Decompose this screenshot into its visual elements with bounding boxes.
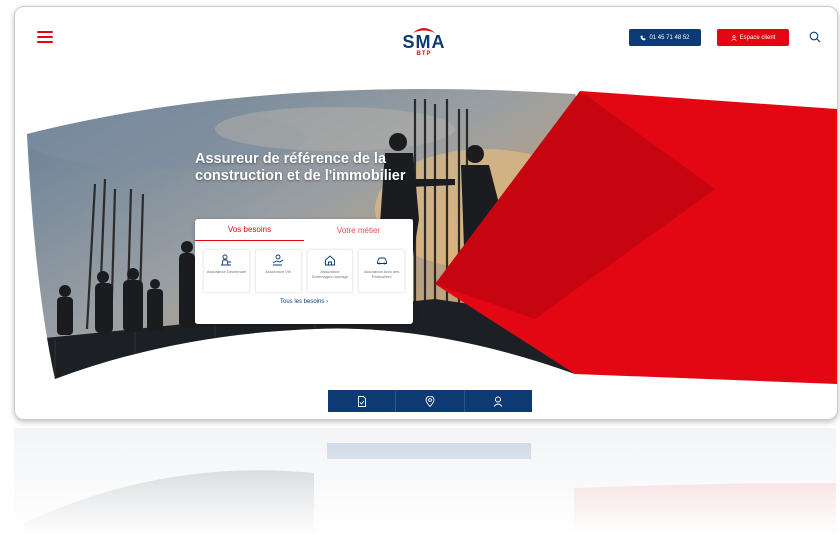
quick-actions-bar <box>328 390 532 412</box>
hero-banner: Assureur de référence de la construction… <box>15 69 837 399</box>
quote-button[interactable] <box>328 390 397 412</box>
tile-label: Assurance Auto des Particuliers <box>363 269 400 279</box>
needs-tiles: Assurance Décennale Assurance Vie Assura… <box>195 241 413 293</box>
advisor-button[interactable] <box>465 390 532 412</box>
hero-headline: Assureur de référence de la construction… <box>195 151 406 184</box>
tile-label: Assurance Vie <box>265 269 291 274</box>
site-header: SMA BTP 01 45 71 48 52 Espace client <box>15 7 837 69</box>
all-needs-link[interactable]: Tous les besoins › <box>195 299 413 305</box>
tab-votre-metier[interactable]: Votre métier <box>304 219 413 241</box>
needs-card: Vos besoins Votre métier Assurance Décen… <box>195 219 413 324</box>
phone-button[interactable]: 01 45 71 48 52 <box>629 29 701 46</box>
menu-icon[interactable] <box>37 31 53 43</box>
tile-assurance-dommages-ouvrage[interactable]: Assurance Dommages-ouvrage <box>306 249 354 293</box>
logo-text: SMA <box>402 32 446 52</box>
agency-locator-button[interactable] <box>396 390 465 412</box>
house-icon <box>324 255 335 266</box>
client-space-button[interactable]: Espace client <box>717 29 789 46</box>
advisor-icon <box>493 396 503 407</box>
tile-assurance-vie[interactable]: Assurance Vie <box>254 249 302 293</box>
search-icon[interactable] <box>809 31 821 43</box>
location-pin-icon <box>425 395 435 407</box>
tile-label: Assurance Dommages-ouvrage <box>311 269 348 279</box>
tab-vos-besoins[interactable]: Vos besoins <box>195 219 304 241</box>
car-icon <box>376 257 387 265</box>
phone-icon <box>641 35 646 40</box>
hero-image <box>27 89 837 384</box>
logo-subtext: BTP <box>416 51 432 57</box>
client-space-label: Espace client <box>739 34 776 41</box>
sma-btp-logo[interactable]: SMA BTP <box>389 25 459 65</box>
quote-document-icon <box>357 395 366 407</box>
frame-reflection <box>14 428 836 535</box>
tile-assurance-auto[interactable]: Assurance Auto des Particuliers <box>358 249 405 293</box>
tile-label: Assurance Décennale <box>206 269 246 274</box>
user-icon <box>730 34 737 41</box>
tile-assurance-decennale[interactable]: Assurance Décennale <box>203 249 250 293</box>
needs-tabs: Vos besoins Votre métier <box>195 219 413 241</box>
browser-frame: SMA BTP 01 45 71 48 52 Espace client Ass… <box>14 6 838 420</box>
worker-icon <box>221 254 232 266</box>
hand-coin-icon <box>272 254 284 266</box>
phone-number: 01 45 71 48 52 <box>649 34 690 41</box>
